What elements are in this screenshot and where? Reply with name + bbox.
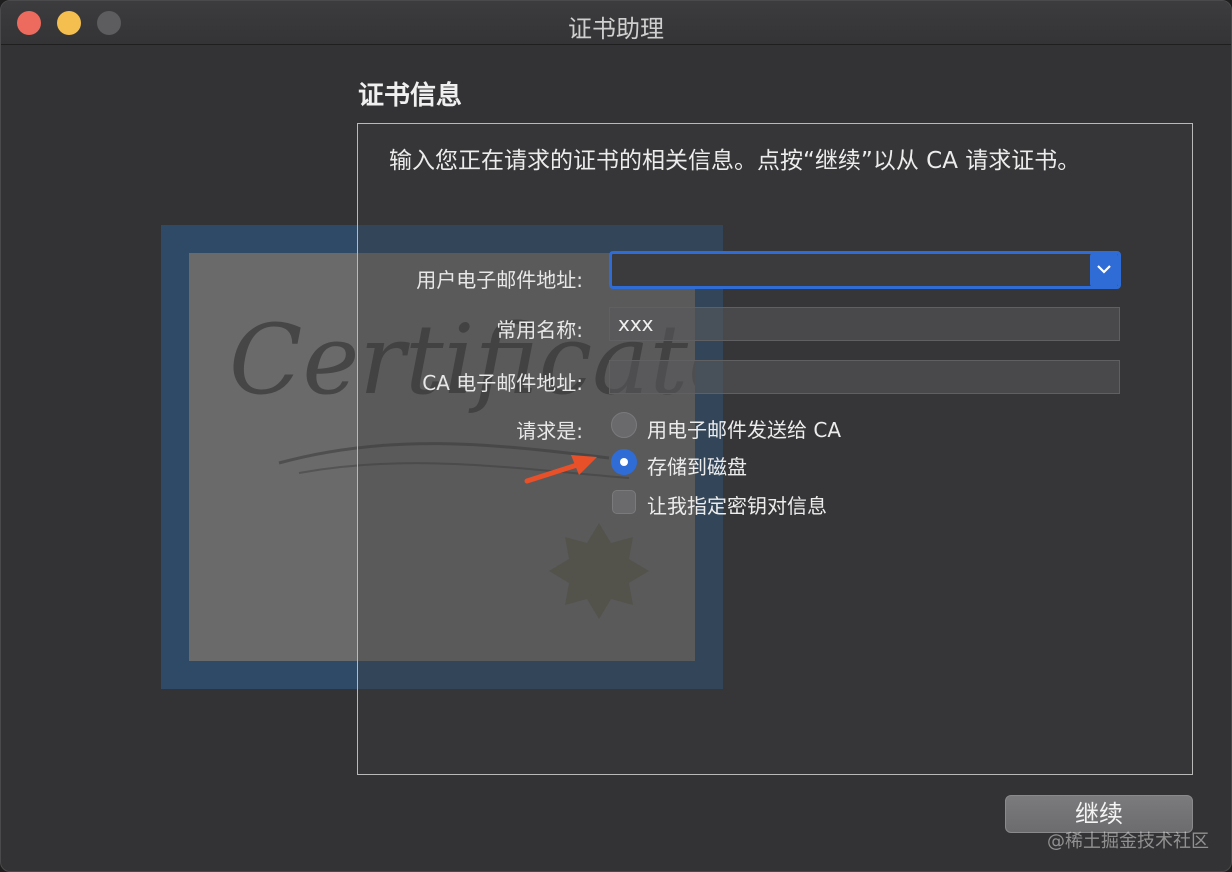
- user-email-field[interactable]: [609, 251, 1121, 289]
- specify-key-pair-checkbox[interactable]: [612, 490, 636, 514]
- save-to-disk-radio[interactable]: [611, 449, 637, 475]
- intro-text: 输入您正在请求的证书的相关信息。点按“继续”以从 CA 请求证书。: [389, 148, 1081, 174]
- section-heading: 证书信息: [358, 81, 463, 111]
- ca-email-label: CA 电子邮件地址:: [422, 371, 583, 395]
- common-name-field[interactable]: [609, 307, 1120, 341]
- email-to-ca-radio[interactable]: [611, 412, 637, 438]
- chevron-down-icon: [1097, 265, 1111, 274]
- save-to-disk-option-label[interactable]: 存储到磁盘: [647, 451, 747, 480]
- annotation-arrow-icon: [524, 455, 597, 484]
- form-panel: [357, 123, 1193, 775]
- window-title: 证书助理: [568, 15, 664, 43]
- email-dropdown-button[interactable]: [1090, 253, 1118, 287]
- title-bar: 证书助理: [1, 1, 1231, 45]
- request-type-label: 请求是:: [516, 419, 583, 443]
- ca-email-field[interactable]: [609, 360, 1120, 394]
- specify-key-pair-label[interactable]: 让我指定密钥对信息: [647, 490, 827, 519]
- certificate-assistant-window: 证书助理 Certificate 证书信息 输入您正在请求的证书的相关信息。点按…: [0, 0, 1232, 872]
- watermark: @稀土掘金技术社区: [1047, 831, 1209, 852]
- common-name-label: 常用名称:: [496, 318, 583, 342]
- user-email-label: 用户电子邮件地址:: [416, 268, 583, 292]
- email-to-ca-option-label[interactable]: 用电子邮件发送给 CA: [647, 414, 841, 443]
